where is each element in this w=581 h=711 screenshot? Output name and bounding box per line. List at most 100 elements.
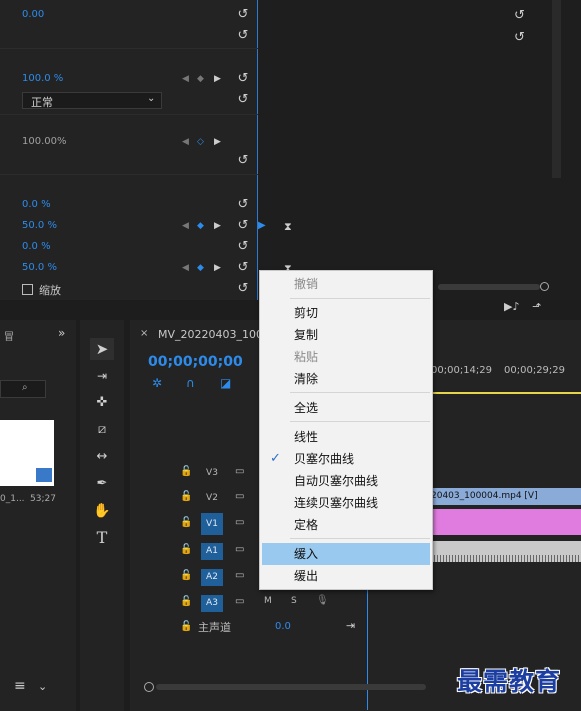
menu-item-select-all[interactable]: 全选 <box>262 397 430 419</box>
next-keyframe-icon[interactable]: ▶ <box>214 137 221 147</box>
pen-tool-icon[interactable]: ✒ <box>90 473 114 495</box>
toggle-output-icon[interactable]: ▭ <box>235 570 244 581</box>
lock-icon[interactable]: 🔓 <box>180 544 192 555</box>
keyframe-icon[interactable]: ⧗ <box>284 220 292 234</box>
list-view-icon[interactable]: ≡ <box>14 678 26 694</box>
timecode[interactable]: 00;00;00;00 <box>148 354 243 370</box>
menu-item-paste[interactable]: 粘贴 <box>262 346 430 368</box>
reset-icon[interactable]: ↺ <box>514 8 525 23</box>
add-keyframe-icon[interactable]: ◆ <box>197 74 204 84</box>
add-keyframe-icon[interactable]: ◆ <box>197 221 204 231</box>
menu-item-cut[interactable]: 剪切 <box>262 302 430 324</box>
reset-icon[interactable]: ↺ <box>236 282 250 296</box>
reset-icon[interactable]: ↺ <box>236 154 250 168</box>
track-label[interactable]: A1 <box>201 543 223 560</box>
effect-value[interactable]: 0.0 % <box>22 199 51 210</box>
lock-icon[interactable]: 🔓 <box>180 517 192 528</box>
export-icon[interactable]: ⬏ <box>532 300 541 313</box>
type-tool-icon[interactable]: T <box>90 527 114 549</box>
nest-icon[interactable]: ✲ <box>152 376 162 390</box>
menu-item-clear[interactable]: 清除 <box>262 368 430 390</box>
reset-icon[interactable]: ↺ <box>514 30 525 45</box>
prev-keyframe-icon[interactable]: ◀ <box>182 74 189 84</box>
next-keyframe-icon[interactable]: ▶ <box>214 74 221 84</box>
reset-icon[interactable]: ↺ <box>236 8 250 22</box>
lock-icon[interactable]: 🔓 <box>180 491 192 502</box>
zoom-handle-icon[interactable] <box>540 282 549 291</box>
lock-icon[interactable]: 🔓 <box>180 596 192 607</box>
track-label[interactable]: V3 <box>201 465 223 482</box>
prev-keyframe-icon[interactable]: ◀ <box>182 263 189 273</box>
toggle-output-icon[interactable]: ▭ <box>235 544 244 555</box>
solo-button[interactable]: S <box>291 596 297 606</box>
menu-item-undo[interactable]: 撤销 <box>262 273 430 295</box>
slip-tool-icon[interactable]: ↔ <box>90 446 114 468</box>
menu-item-continuous-bezier[interactable]: 连续贝塞尔曲线 <box>262 492 430 514</box>
add-keyframe-icon[interactable]: ◆ <box>197 263 204 273</box>
scrollbar[interactable] <box>438 284 540 290</box>
menu-item-ease-in[interactable]: 缓入 <box>262 543 430 565</box>
toggle-output-icon[interactable]: ▭ <box>235 466 244 477</box>
track-select-tool-icon[interactable]: ⇥ <box>90 365 114 387</box>
toggle-output-icon[interactable]: ▭ <box>235 491 244 502</box>
effect-value[interactable]: 50.0 % <box>22 220 57 231</box>
scrollbar[interactable] <box>552 0 561 178</box>
keyframe-icon[interactable]: ▶ <box>258 220 266 231</box>
speed-value[interactable]: 100.00% <box>22 136 67 147</box>
next-keyframe-icon[interactable]: ▶ <box>214 221 221 231</box>
panel-menu-icon[interactable]: 冒 <box>4 328 14 343</box>
chevron-down-icon[interactable]: ⌄ <box>38 680 47 693</box>
prev-keyframe-icon[interactable]: ◀ <box>182 137 189 147</box>
reset-icon[interactable]: ↺ <box>236 29 250 43</box>
reset-icon[interactable]: ↺ <box>236 198 250 212</box>
reset-icon[interactable]: ↺ <box>236 93 250 107</box>
track-label[interactable]: A2 <box>201 569 223 586</box>
menu-item-ease-out[interactable]: 缓出 <box>262 565 430 587</box>
master-volume-value[interactable]: 0.0 <box>275 621 291 632</box>
toggle-output-icon[interactable]: ▭ <box>235 596 244 607</box>
menu-item-bezier[interactable]: ✓ 贝塞尔曲线 <box>262 448 430 470</box>
menu-item-copy[interactable]: 复制 <box>262 324 430 346</box>
close-icon[interactable]: × <box>140 328 148 339</box>
track-label[interactable]: V2 <box>201 490 223 507</box>
reset-icon[interactable]: ↺ <box>236 219 250 233</box>
mute-button[interactable]: M <box>264 596 272 606</box>
menu-item-auto-bezier[interactable]: 自动贝塞尔曲线 <box>262 470 430 492</box>
add-keyframe-icon[interactable]: ◇ <box>197 137 204 147</box>
track-label[interactable]: A3 <box>201 595 223 612</box>
hand-tool-icon[interactable]: ✋ <box>90 500 114 522</box>
menu-item-hold[interactable]: 定格 <box>262 514 430 536</box>
text-clip-v2[interactable] <box>431 509 581 535</box>
zoom-handle-icon[interactable] <box>144 682 154 692</box>
effect-timeline-area[interactable]: ↺ ↺ ▶ ⧗ ⧗ ▶♪ ⬏ <box>258 0 581 313</box>
microphone-icon[interactable]: 🎙 <box>316 595 329 606</box>
snap-icon[interactable]: ∩ <box>186 376 195 390</box>
track-label[interactable]: V1 <box>201 513 223 535</box>
lock-icon[interactable]: 🔓 <box>180 466 192 477</box>
video-clip-v1[interactable]: 20403_100004.mp4 [V] <box>431 488 581 505</box>
effect-value[interactable]: 0.00 <box>22 9 44 20</box>
search-icon[interactable]: ⌕ <box>22 382 28 393</box>
work-area-bar[interactable] <box>431 392 581 394</box>
prev-keyframe-icon[interactable]: ◀ <box>182 221 189 231</box>
expand-panels-icon[interactable]: » <box>58 326 65 340</box>
uniform-scale-checkbox[interactable] <box>22 284 33 295</box>
timeline-scrollbar[interactable] <box>156 684 426 690</box>
blend-mode-select[interactable]: 正常 ⌄ <box>22 92 162 109</box>
effect-value[interactable]: 0.0 % <box>22 241 51 252</box>
lock-icon[interactable]: 🔓 <box>180 621 192 632</box>
ripple-edit-tool-icon[interactable]: ✜ <box>90 392 114 414</box>
lock-icon[interactable]: 🔓 <box>180 570 192 581</box>
selection-tool-icon[interactable]: ➤ <box>90 338 114 360</box>
razor-tool-icon[interactable]: ⧄ <box>90 419 114 441</box>
next-keyframe-icon[interactable]: ▶ <box>214 263 221 273</box>
effect-value[interactable]: 50.0 % <box>22 262 57 273</box>
opacity-value[interactable]: 100.0 % <box>22 73 63 84</box>
sequence-tab[interactable]: MV_20220403_1000 <box>158 328 270 341</box>
reset-icon[interactable]: ↺ <box>236 72 250 86</box>
toggle-output-icon[interactable]: ▭ <box>235 517 244 528</box>
reset-icon[interactable]: ↺ <box>236 261 250 275</box>
play-audio-icon[interactable]: ▶♪ <box>504 300 519 313</box>
reset-icon[interactable]: ↺ <box>236 240 250 254</box>
go-to-end-icon[interactable]: ⇥ <box>346 619 355 632</box>
